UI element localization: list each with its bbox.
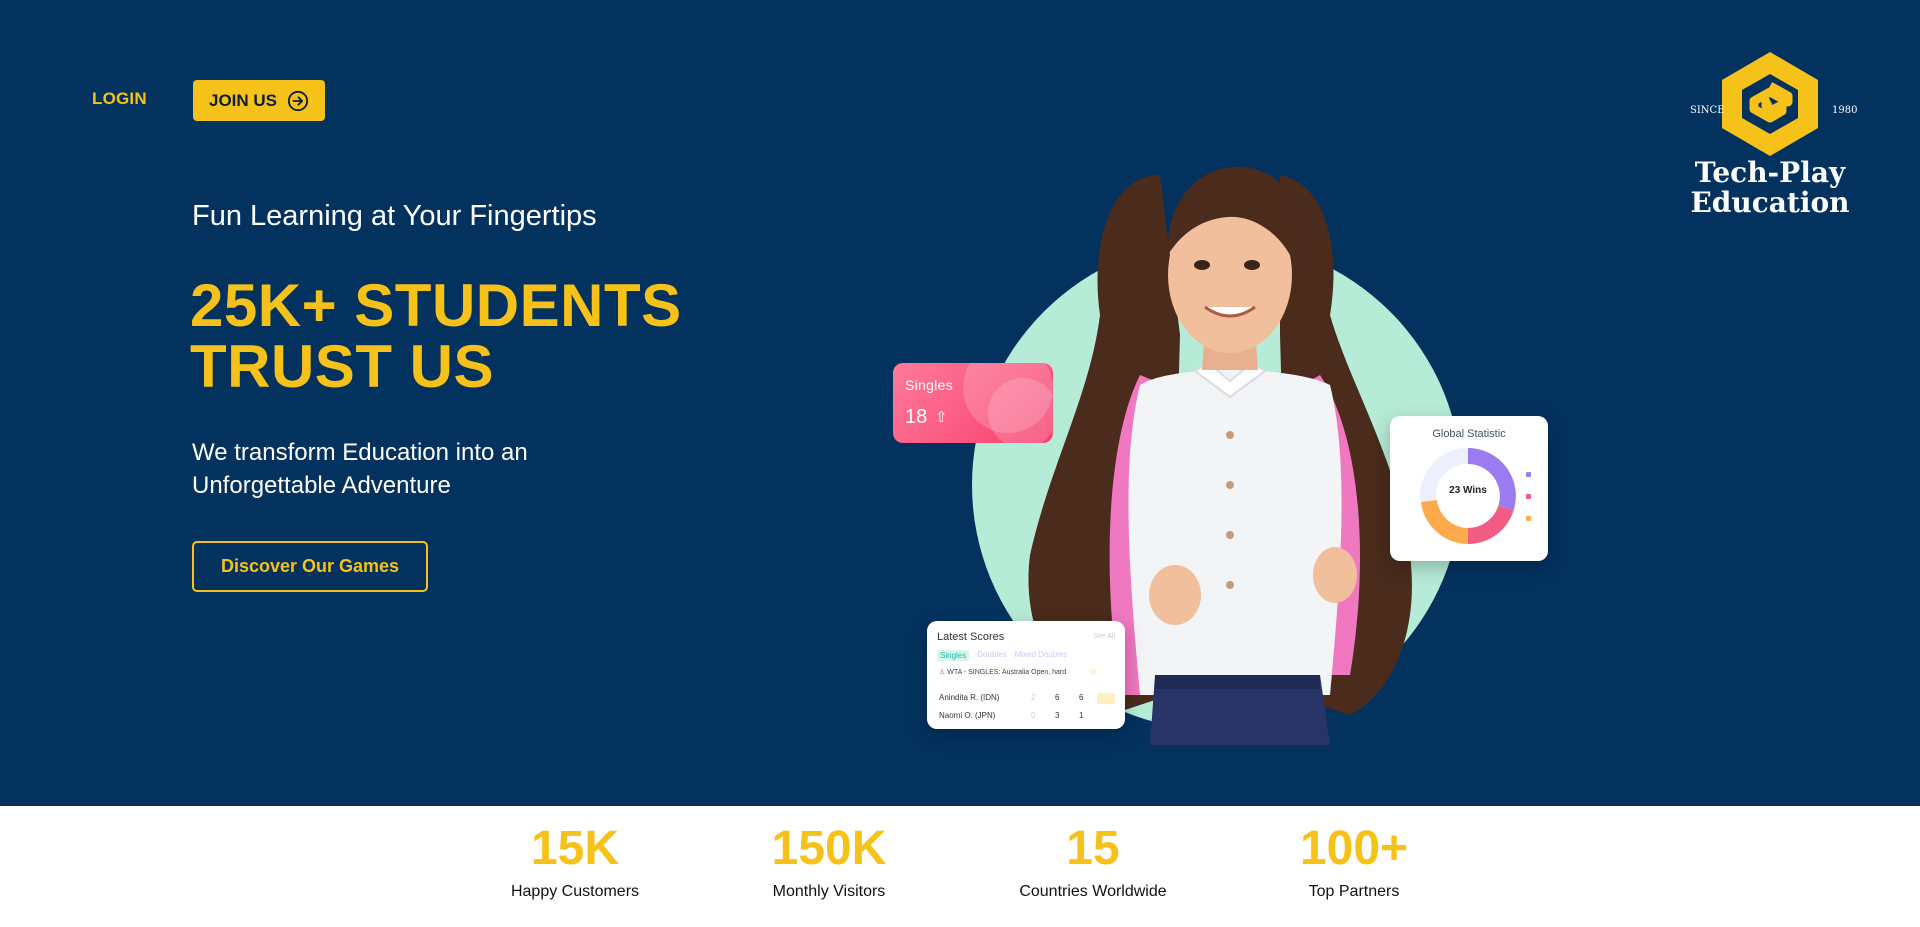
winner-highlight [1097, 693, 1115, 704]
stat-value: 100+ [1299, 822, 1409, 875]
brand-name-line-1: Tech-Play [1694, 156, 1846, 189]
event-name: WTA - SINGLES: Australia Open, hard [947, 669, 1067, 676]
wins-donut-chart [1420, 448, 1516, 544]
stat-happy-customers: 15K Happy Customers [465, 823, 685, 901]
latest-scores-card: Latest Scores See All Singles Doubles Mi… [927, 621, 1125, 729]
decor-bubble [988, 378, 1053, 443]
headline-line-2: TRUST US [190, 333, 494, 400]
star-icon: ☆ [1089, 667, 1097, 676]
latest-scores-title: Latest Scores [937, 631, 1005, 643]
set-score: 3 [1055, 711, 1060, 720]
subtext-line-1: We transform Education into an [192, 439, 528, 466]
global-statistic-card: Global Statistic 23 Wins [1390, 416, 1548, 561]
tab-doubles[interactable]: Doubles [977, 650, 1006, 661]
stat-top-partners: 100+ Top Partners [1244, 823, 1464, 901]
brand-logo[interactable]: SINCE 1980 Tech-Play Education [1680, 40, 1860, 230]
player-name: Naomi O. (JPN) [939, 711, 996, 720]
logo-since-label: SINCE [1690, 105, 1725, 116]
hero-subtext: We transform Education into an Unforgett… [192, 436, 612, 502]
headline-line-1: 25K+ STUDENTS [190, 272, 682, 339]
logo-year-label: 1980 [1832, 105, 1858, 116]
singles-stat-card: Singles 18 ⇧ [893, 363, 1053, 443]
graduation-hex-logo-icon [1722, 52, 1818, 156]
brand-name-line-2: Education [1690, 186, 1850, 219]
stat-label: Top Partners [1308, 883, 1400, 900]
join-us-label: JOIN US [208, 90, 278, 110]
subtext-line-2: Unforgettable Adventure [192, 472, 451, 499]
arrow-right-circle-icon [287, 90, 309, 111]
score-row: Anindita R. (IDN) 2 6 6 [939, 693, 1115, 707]
arrow-up-icon: ⇧ [935, 409, 948, 426]
stat-monthly-visitors: 150K Monthly Visitors [719, 823, 939, 901]
hero-headline: 25K+ STUDENTS TRUST US [190, 275, 682, 397]
singles-value: 18 [905, 406, 928, 428]
donut-center-label: 23 Wins [1449, 485, 1487, 496]
stat-label: Countries Worldwide [1019, 883, 1167, 900]
stat-value: 15K [530, 822, 620, 875]
discover-games-button[interactable]: Discover Our Games [192, 541, 428, 592]
legend-dot [1526, 472, 1531, 477]
legend-dot [1526, 516, 1531, 521]
logo-brand-name: Tech-Play Education [1680, 158, 1860, 218]
hero-tagline: Fun Learning at Your Fingertips [192, 200, 597, 232]
legend-dot [1526, 494, 1531, 499]
stat-countries-worldwide: 15 Countries Worldwide [983, 823, 1203, 901]
set-score: 2 [1031, 693, 1036, 702]
hero-section: LOGIN JOIN US Fun Learning at Your Finge… [0, 0, 1920, 806]
stat-label: Happy Customers [510, 883, 640, 900]
login-link[interactable]: LOGIN [92, 89, 147, 109]
tab-mixed-doubles[interactable]: Mixed Doubles [1015, 650, 1068, 661]
global-statistic-title: Global Statistic [1432, 428, 1506, 440]
set-score: 6 [1079, 693, 1084, 702]
singles-title: Singles [905, 377, 954, 393]
stat-value: 15 [1066, 822, 1120, 875]
set-score: 6 [1055, 693, 1060, 702]
stat-value: 150K [771, 822, 887, 875]
join-us-button[interactable]: JOIN US [193, 80, 325, 121]
see-all-link[interactable]: See All [1093, 633, 1115, 640]
stat-label: Monthly Visitors [772, 883, 886, 900]
tab-singles[interactable]: Singles [937, 650, 970, 661]
event-label: ♙ WTA - SINGLES: Australia Open, hard [939, 668, 1066, 676]
score-row: Naomi O. (JPN) 0 3 1 [939, 711, 1115, 725]
set-score: 0 [1031, 711, 1036, 720]
player-name: Anindita R. (IDN) [939, 693, 1000, 702]
set-score: 1 [1079, 711, 1084, 720]
player-icon: ♙ [939, 669, 946, 676]
score-tabs: Singles Doubles Mixed Doubles [937, 650, 1068, 661]
